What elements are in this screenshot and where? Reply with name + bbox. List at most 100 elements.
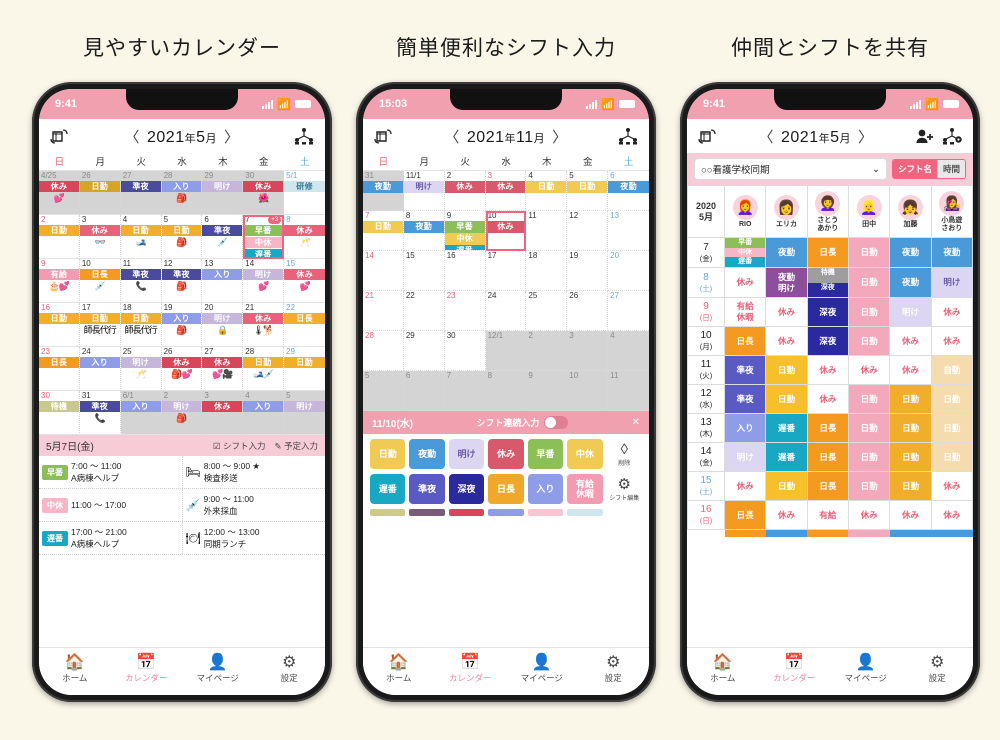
- shift-palette-chip[interactable]: 遅番: [370, 474, 406, 504]
- tab-マイページ[interactable]: 👤 マイページ: [182, 654, 254, 684]
- shift-palette-chip[interactable]: [370, 509, 406, 516]
- calendar-day-cell[interactable]: 12/1: [485, 331, 527, 371]
- calendar-day-cell[interactable]: 11 準夜 📞: [120, 259, 162, 303]
- shift-cell[interactable]: 休み: [847, 355, 891, 385]
- shift-palette-chip[interactable]: 有給 休暇: [567, 474, 603, 504]
- calendar-day-cell[interactable]: 11/1 明け: [403, 171, 445, 211]
- shift-cell[interactable]: 日長: [806, 413, 849, 443]
- shift-cell[interactable]: 休み: [889, 500, 932, 530]
- shift-cell[interactable]: 日勤: [889, 384, 932, 414]
- shift-cell[interactable]: 明け: [930, 267, 973, 298]
- month-grid[interactable]: 31 夜勤 11/1 明け 2 休み 3 休み 4 日勤 5 日勤 6 夜勤 7 日勤 8 夜勤 9 早番 中休 遅番 10…: [363, 170, 649, 411]
- shift-palette-chip[interactable]: [488, 509, 524, 516]
- shift-palette-chip[interactable]: 日勤: [370, 439, 406, 469]
- shift-cell[interactable]: 日勤: [847, 326, 891, 356]
- calendar-day-cell[interactable]: 21 休み 🌡🐕: [243, 303, 285, 347]
- member-header[interactable]: 👩‍🦱 さとう あかり: [806, 185, 849, 238]
- calendar-day-cell[interactable]: 29: [403, 331, 445, 371]
- group-settings-icon[interactable]: [939, 124, 965, 148]
- calendar-day-cell[interactable]: 31 夜勤: [363, 171, 404, 211]
- shift-cell[interactable]: 明け: [723, 442, 767, 472]
- shift-cell[interactable]: 休み: [806, 355, 849, 385]
- shift-cell[interactable]: 明け: [889, 297, 932, 327]
- shift-cell[interactable]: 日勤: [847, 384, 891, 414]
- event-row[interactable]: 早番 7:00 ～ 11:00 A病棟ヘルプ 🛏 8:00 ～ 9:00 ★ 検査移送: [39, 456, 325, 489]
- display-mode-segmented[interactable]: シフト名 時間: [891, 159, 966, 179]
- tab-設定[interactable]: ⚙ 設定: [254, 654, 326, 684]
- event-shift-half[interactable]: 中休 11:00 ～ 17:00: [39, 489, 182, 521]
- shift-cell[interactable]: 日勤: [765, 355, 808, 385]
- shared-shift-table[interactable]: 2020 5月 👩‍🦰 RIO 👩 エリカ 👩‍🦱 さとう あかり 👱‍♀️ 田中 👧 加藤 👩‍🎤 小鳥遊…: [687, 185, 973, 537]
- calendar-day-cell[interactable]: 5 日勤 🎒: [161, 215, 203, 259]
- calendar-day-cell[interactable]: 18 日勤 師長代行: [120, 303, 162, 347]
- group-select[interactable]: ○○看護学校同期 ⌄: [694, 158, 887, 180]
- table-row[interactable]: 14 (金) 明け 遅番 日長 日勤 日勤 日勤: [687, 442, 973, 472]
- close-icon[interactable]: ✕: [632, 417, 640, 428]
- shift-cell[interactable]: 夜勤 明け: [765, 267, 808, 298]
- shift-cell[interactable]: 準夜: [723, 384, 767, 414]
- shift-cell[interactable]: 日勤: [889, 442, 932, 472]
- calendar-day-cell[interactable]: 7 +3 早番 中休 遅番: [243, 215, 285, 259]
- calendar-day-cell[interactable]: 24: [485, 291, 527, 331]
- calendar-day-cell[interactable]: 3 休み: [485, 171, 527, 211]
- add-user-icon[interactable]: [911, 124, 937, 148]
- shift-cell[interactable]: 準夜: [723, 355, 767, 385]
- calendar-day-cell[interactable]: 30: [444, 331, 486, 371]
- calendar-day-cell[interactable]: 7: [444, 371, 486, 411]
- tab-bar[interactable]: 🏠 ホーム 📅 カレンダー 👤 マイページ ⚙ 設定: [363, 647, 649, 695]
- shift-palette-chip[interactable]: 早番: [527, 439, 564, 469]
- shift-cell[interactable]: 休み: [930, 500, 973, 530]
- calendar-day-cell[interactable]: 27 準夜: [120, 171, 162, 215]
- shift-palette-chip[interactable]: 日長: [488, 474, 524, 504]
- shift-palette-chip[interactable]: 明け: [448, 439, 485, 469]
- calendar-day-cell[interactable]: 4: [608, 331, 649, 371]
- next-month-button[interactable]: 〉: [851, 129, 881, 146]
- calendar-day-cell[interactable]: 9: [526, 371, 568, 411]
- member-header[interactable]: 👱‍♀️ 田中: [847, 185, 891, 238]
- palette-row[interactable]: 日勤 夜勤 明け 休み 早番 中休 ◊ 削除: [370, 439, 642, 469]
- tab-マイページ[interactable]: 👤 マイページ: [506, 654, 578, 684]
- calendar-day-cell[interactable]: 28 日勤 🎿💉: [243, 347, 285, 391]
- calendar-day-cell[interactable]: 13: [608, 211, 649, 251]
- palette-row-partial[interactable]: [370, 509, 642, 516]
- shift-palette-chip[interactable]: 夜勤: [409, 439, 445, 469]
- shift-cell[interactable]: 日勤: [930, 442, 973, 472]
- calendar-day-cell[interactable]: 21: [363, 291, 404, 331]
- shift-palette-chip[interactable]: [527, 509, 564, 516]
- table-row[interactable]: 10 (月) 日長 休み 深夜 日勤 休み 休み: [687, 326, 973, 356]
- calendar-day-cell[interactable]: 24 入り: [79, 347, 121, 391]
- prev-month-button[interactable]: 〈: [117, 129, 147, 146]
- table-row[interactable]: 7 (金) 早番 中休 遅番 夜勤 日長 日勤 夜勤 夜勤: [687, 237, 973, 268]
- calendar-day-cell[interactable]: 17 日勤 師長代行: [79, 303, 121, 347]
- shift-cell[interactable]: 日長: [723, 326, 767, 356]
- calendar-day-cell[interactable]: 26 日勤: [79, 171, 121, 215]
- shift-cell[interactable]: 休み: [930, 471, 973, 501]
- shift-cell[interactable]: 有給: [806, 500, 849, 530]
- shift-cell[interactable]: 休み: [765, 297, 808, 327]
- shift-cell[interactable]: 夜勤: [889, 237, 932, 268]
- shift-cell[interactable]: 日勤: [847, 237, 891, 268]
- calendar-day-cell[interactable]: 10 休み: [485, 211, 527, 251]
- calendar-day-cell[interactable]: 29 明け: [202, 171, 244, 215]
- calendar-day-cell[interactable]: 6 夜勤: [608, 171, 649, 211]
- calendar-day-cell[interactable]: 19: [567, 251, 609, 291]
- calendar-day-cell[interactable]: 2 明け 🎒: [161, 391, 203, 435]
- calendar-logo-icon[interactable]: [371, 124, 397, 148]
- event-row[interactable]: 中休 11:00 ～ 17:00 💉 9:00 ～ 11:00 外来採血: [39, 489, 325, 522]
- shift-cell[interactable]: 日勤: [889, 413, 932, 443]
- group-members-icon[interactable]: [615, 124, 641, 148]
- calendar-logo-icon[interactable]: [695, 124, 721, 148]
- shift-cell[interactable]: 日長: [806, 471, 849, 501]
- calendar-day-cell[interactable]: 26: [567, 291, 609, 331]
- calendar-day-cell[interactable]: 4 日勤 🎿: [120, 215, 162, 259]
- calendar-day-cell[interactable]: 6/1 入り: [120, 391, 162, 435]
- calendar-day-cell[interactable]: 31 準夜 📞: [79, 391, 121, 435]
- tab-bar[interactable]: 🏠 ホーム 📅 カレンダー 👤 マイページ ⚙ 設定: [39, 647, 325, 695]
- member-header[interactable]: 👩‍🦰 RIO: [723, 185, 767, 238]
- calendar-day-cell[interactable]: 13 入り: [202, 259, 244, 303]
- table-row[interactable]: 9 (日) 有給 休暇 休み 深夜 日勤 明け 休み: [687, 297, 973, 327]
- tab-ホーム[interactable]: 🏠 ホーム: [687, 654, 759, 684]
- calendar-day-cell[interactable]: 25 明け 🥂: [120, 347, 162, 391]
- calendar-day-cell[interactable]: 22 日長: [284, 303, 325, 347]
- plan-input-action[interactable]: ✎ 予定入力: [275, 440, 319, 452]
